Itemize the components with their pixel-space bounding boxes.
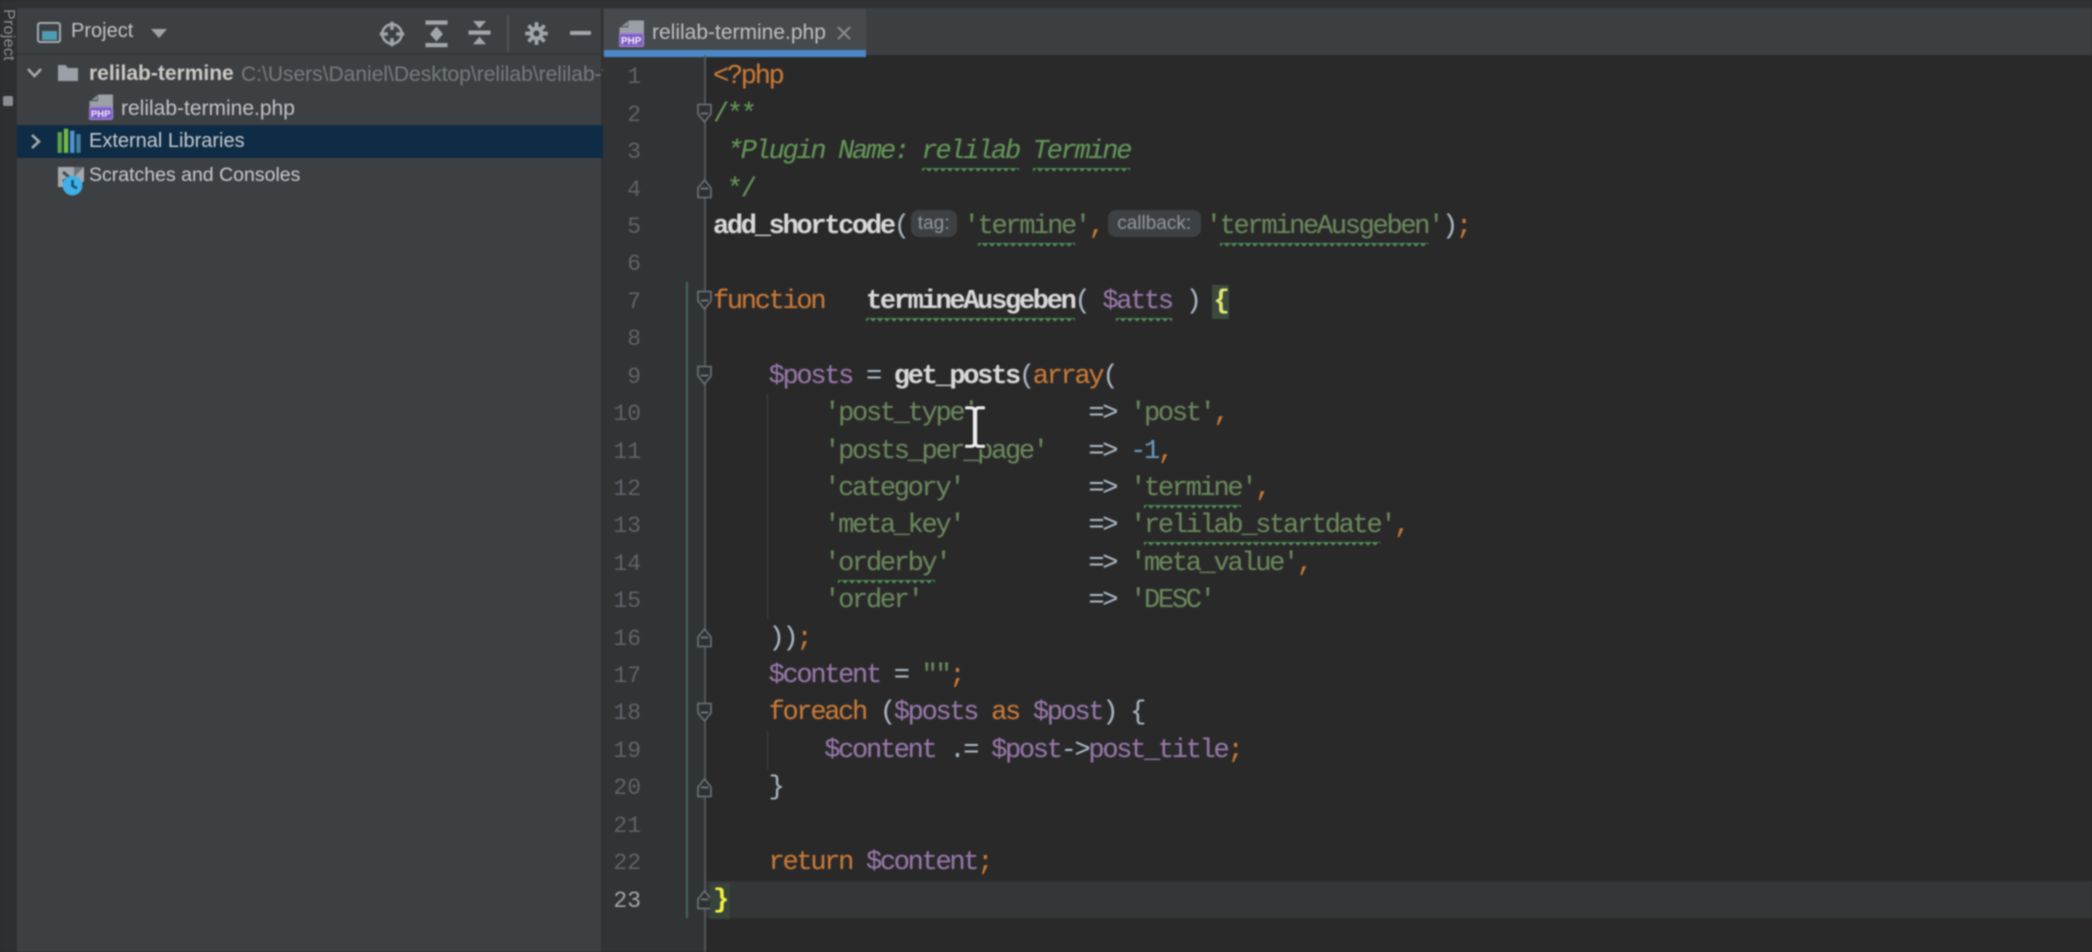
svg-text:PHP: PHP — [91, 109, 111, 120]
svg-text:PHP: PHP — [621, 36, 642, 47]
